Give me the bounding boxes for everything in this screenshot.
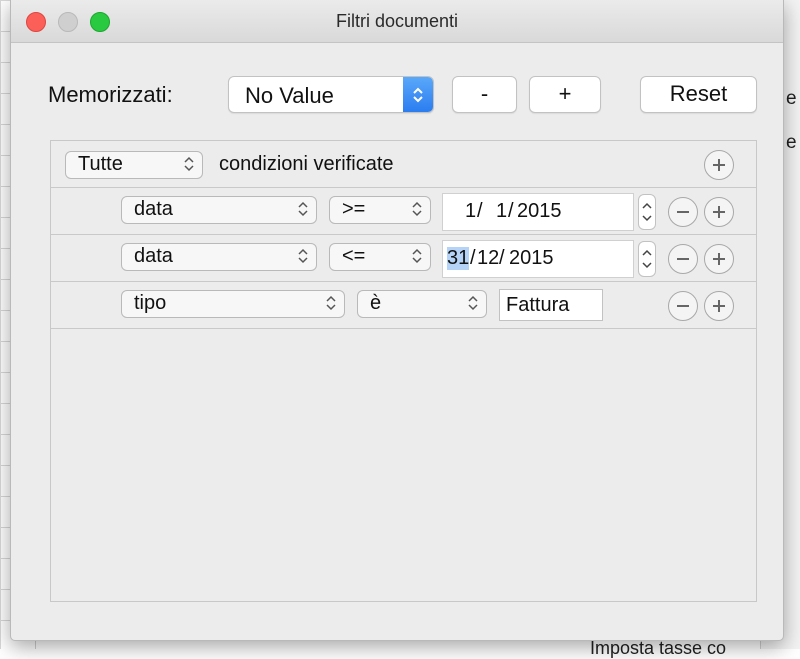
date-stepper[interactable] <box>638 194 656 230</box>
date-separator: / <box>477 200 483 222</box>
date-separator: / <box>470 247 476 269</box>
memorized-select[interactable]: No Value <box>228 76 434 113</box>
rule-value-input[interactable]: Fattura <box>499 289 603 321</box>
updown-chevron-icon <box>411 200 423 224</box>
match-suffix-text: condizioni verificate <box>219 153 394 175</box>
updown-chevron-icon <box>411 247 423 271</box>
window-title: Filtri documenti <box>335 11 459 31</box>
remove-saved-filter-button[interactable]: - <box>452 76 517 113</box>
rule-operator-value: è <box>370 292 382 314</box>
plus-icon <box>713 159 725 171</box>
memorized-select-value: No Value <box>245 83 334 108</box>
date-stepper[interactable] <box>638 241 656 277</box>
rule-row: data >= 1 / 1 / 2015 <box>51 188 756 235</box>
match-type-select[interactable]: Tutte <box>65 151 203 179</box>
updown-chevron-icon <box>467 294 479 318</box>
match-type-value: Tutte <box>78 153 123 175</box>
rule-value-text: Fattura <box>506 294 570 316</box>
date-separator: / <box>499 247 505 269</box>
remove-rule-button[interactable] <box>668 291 698 321</box>
rule-field-select[interactable]: tipo <box>121 290 345 318</box>
updown-chevron-icon <box>325 294 337 318</box>
rule-operator-value: <= <box>342 245 366 267</box>
date-separator: / <box>508 200 514 222</box>
rule-row: data <= 31 / 12 / 2015 <box>51 235 756 282</box>
minus-icon <box>677 305 689 307</box>
stepper-arrows-icon <box>642 249 652 269</box>
rule-row: tipo è Fattura <box>51 282 756 329</box>
date-field[interactable]: 31 / 12 / 2015 <box>442 240 634 278</box>
background-text-fragment: e <box>786 132 797 153</box>
minus-icon <box>677 211 689 213</box>
plus-icon <box>713 206 725 218</box>
memorized-label: Memorizzati: <box>48 82 173 107</box>
updown-chevron-icon <box>403 77 433 112</box>
rule-operator-select[interactable]: >= <box>329 196 431 224</box>
remove-rule-button[interactable] <box>668 244 698 274</box>
reset-button[interactable]: Reset <box>640 76 757 113</box>
updown-chevron-icon <box>297 200 309 224</box>
title-bar[interactable]: Filtri documenti <box>11 0 783 43</box>
rule-field-select[interactable]: data <box>121 243 317 271</box>
rule-field-value: data <box>134 245 173 267</box>
rule-operator-value: >= <box>342 198 366 220</box>
rule-field-select[interactable]: data <box>121 196 317 224</box>
date-field[interactable]: 1 / 1 / 2015 <box>442 193 634 231</box>
date-month[interactable]: 12 <box>477 247 499 270</box>
add-rule-button[interactable] <box>704 291 734 321</box>
add-rule-button[interactable] <box>704 150 734 180</box>
filter-window: Filtri documenti Memorizzati: No Value -… <box>10 0 784 641</box>
updown-chevron-icon <box>183 155 195 179</box>
date-day[interactable]: 1 <box>465 200 476 223</box>
predicate-editor: Tutte condizioni verificate data >= 1 / … <box>50 140 757 602</box>
add-rule-button[interactable] <box>704 244 734 274</box>
compound-row: Tutte condizioni verificate <box>51 141 756 188</box>
rule-operator-select[interactable]: è <box>357 290 487 318</box>
plus-icon <box>713 253 725 265</box>
updown-chevron-icon <box>297 247 309 271</box>
date-year[interactable]: 2015 <box>509 247 554 270</box>
minus-icon <box>677 258 689 260</box>
rule-field-value: data <box>134 198 173 220</box>
stepper-arrows-icon <box>642 202 652 222</box>
remove-rule-button[interactable] <box>668 197 698 227</box>
date-day[interactable]: 31 <box>447 247 470 270</box>
add-saved-filter-button[interactable]: + <box>529 76 601 113</box>
add-rule-button[interactable] <box>704 197 734 227</box>
date-year[interactable]: 2015 <box>517 200 562 223</box>
rule-operator-select[interactable]: <= <box>329 243 431 271</box>
plus-icon <box>713 300 725 312</box>
date-month[interactable]: 1 <box>496 200 507 223</box>
rule-field-value: tipo <box>134 292 167 314</box>
background-text-fragment: e <box>786 88 797 109</box>
